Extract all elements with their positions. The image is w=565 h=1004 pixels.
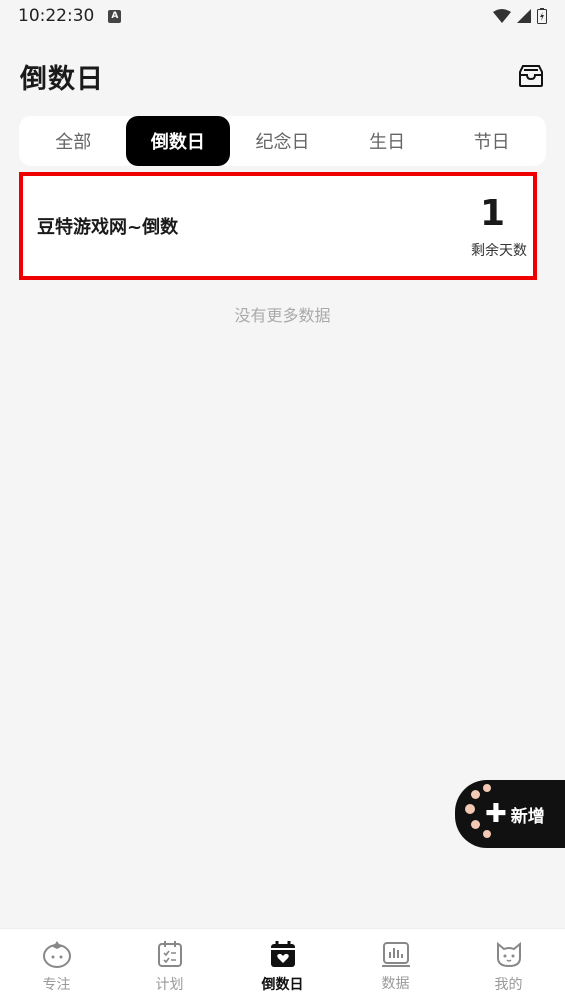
tab-birthday[interactable]: 生日 (335, 116, 440, 166)
archive-box-icon (519, 65, 543, 87)
calendar-checklist-icon (157, 940, 182, 967)
paw-pad-icon (471, 820, 480, 829)
archive-button[interactable] (517, 62, 545, 90)
page-title: 倒数日 (20, 63, 104, 95)
nav-label: 专注 (42, 976, 71, 993)
add-button[interactable]: ✚ 新增 (455, 780, 565, 848)
paw-pad-icon (483, 830, 491, 838)
nav-label: 倒数日 (261, 976, 304, 993)
category-tabs: 全部 倒数日 纪念日 生日 节日 (19, 116, 546, 166)
event-card[interactable]: 豆特游戏网~倒数 1 剩余天数 (19, 172, 537, 280)
nav-item-focus[interactable]: 专注 (0, 929, 113, 1004)
nav-item-data[interactable]: 数据 (339, 929, 452, 1004)
status-bar: 10:22:30 A (0, 0, 565, 32)
paw-pad-icon (483, 784, 491, 792)
nav-label: 我的 (494, 976, 523, 993)
list-end-text: 没有更多数据 (234, 306, 331, 325)
calendar-heart-icon (270, 940, 295, 967)
bar-chart-icon (381, 941, 410, 967)
tab-all[interactable]: 全部 (21, 116, 126, 166)
cat-icon (496, 941, 521, 967)
days-remaining: 1 (479, 193, 505, 234)
status-time: 10:22:30 (18, 6, 95, 26)
header: 倒数日 (0, 52, 565, 100)
bottom-nav: 专注 计划 倒数日 数据 我的 (0, 928, 565, 1004)
add-button-label: 新增 (510, 806, 545, 827)
plus-icon: ✚ (485, 799, 507, 829)
signal-icon (517, 9, 531, 23)
tab-countdown[interactable]: 倒数日 (125, 116, 231, 166)
event-title: 豆特游戏网~倒数 (37, 217, 179, 238)
app-notification-icon: A (108, 9, 122, 23)
tab-holiday[interactable]: 节日 (439, 116, 544, 166)
status-icons (493, 8, 547, 24)
paw-pad-icon (465, 804, 475, 814)
nav-item-mine[interactable]: 我的 (452, 929, 565, 1004)
paw-pad-icon (471, 790, 480, 799)
nav-label: 数据 (381, 975, 410, 992)
tab-anniversary[interactable]: 纪念日 (230, 116, 335, 166)
tomato-icon (42, 940, 71, 968)
days-remaining-label: 剩余天数 (471, 243, 527, 259)
event-countdown: 1 剩余天数 (471, 192, 527, 260)
battery-icon (537, 8, 547, 24)
wifi-icon (493, 9, 511, 23)
nav-item-countdown[interactable]: 倒数日 (226, 929, 339, 1004)
nav-item-plan[interactable]: 计划 (113, 929, 226, 1004)
nav-label: 计划 (155, 976, 184, 993)
